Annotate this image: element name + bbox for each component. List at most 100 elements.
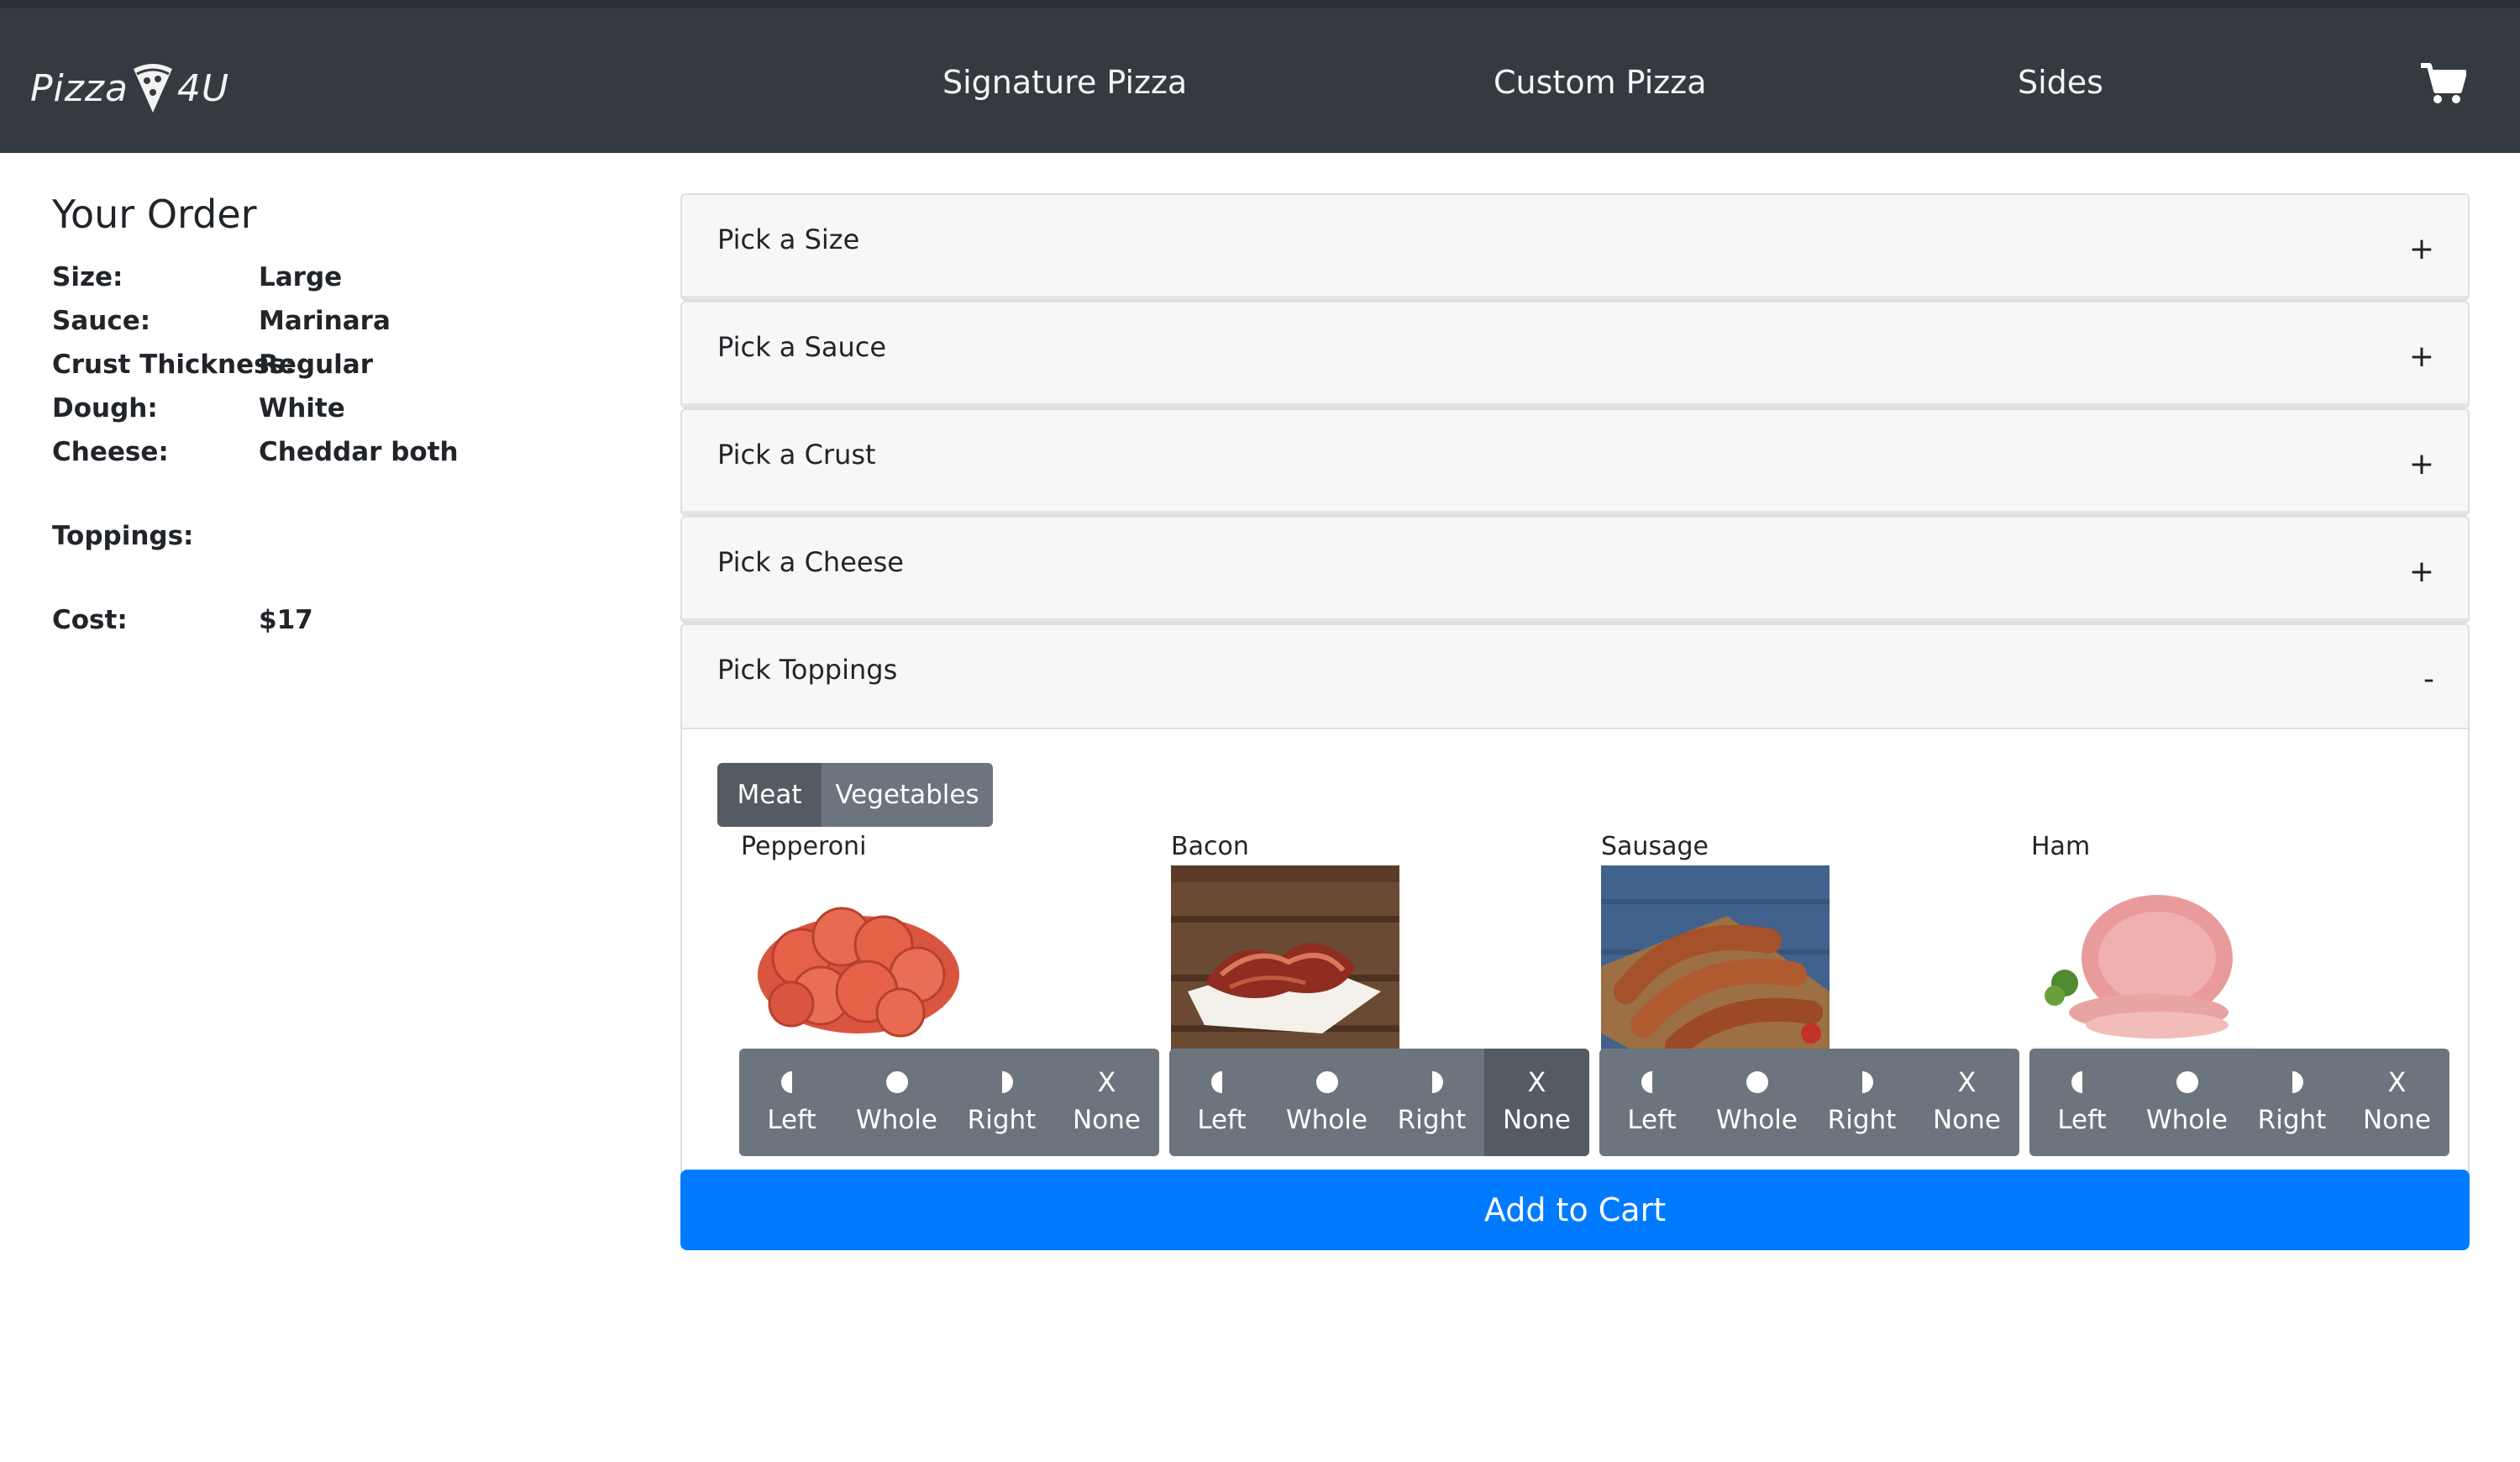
half-left-icon [780, 1071, 792, 1093]
option-whole-button[interactable]: Whole [1704, 1049, 1809, 1156]
topping-options-bacon: Left Whole Right X None [1169, 1049, 1589, 1156]
shopping-cart-icon[interactable] [2419, 60, 2466, 106]
expand-icon: + [2408, 339, 2434, 374]
option-label: Right [1397, 1105, 1467, 1135]
order-value: Large [259, 262, 343, 292]
order-cost: $17 [259, 605, 313, 635]
nav-sides[interactable]: Sides [2018, 64, 2103, 101]
half-right-icon [1861, 1071, 1873, 1093]
order-row-cheese: Cheese: Cheddar both [52, 430, 640, 474]
order-label: Cost: [52, 605, 128, 635]
half-right-icon [1001, 1071, 1013, 1093]
topping-card-ham: Ham [2031, 832, 2451, 1064]
ham-image [2031, 865, 2260, 1060]
accordion-header-cheese[interactable]: Pick a Cheese + [682, 518, 2468, 622]
option-whole-button[interactable]: Whole [1274, 1049, 1379, 1156]
option-left-button[interactable]: Left [1169, 1049, 1274, 1156]
half-right-icon [1431, 1071, 1443, 1093]
add-to-cart-button[interactable]: Add to Cart [680, 1170, 2470, 1250]
accordion-label: Pick Toppings [717, 654, 898, 686]
option-label: Whole [2146, 1105, 2228, 1135]
half-right-icon [2292, 1071, 2303, 1093]
order-summary: Your Order Size: Large Sauce: Marinara Cru… [52, 192, 640, 642]
option-whole-button[interactable]: Whole [844, 1049, 949, 1156]
logo-text: Pizza [30, 66, 129, 110]
order-label: Sauce: [52, 306, 151, 336]
option-none-button[interactable]: X None [1914, 1049, 2019, 1156]
bacon-image [1171, 865, 1399, 1060]
topping-options-sausage: Left Whole Right X None [1599, 1049, 2019, 1156]
half-left-icon [2071, 1071, 2082, 1093]
accordion-size: Pick a Size + [680, 193, 2470, 301]
expand-icon: + [2408, 232, 2434, 266]
option-label: None [1503, 1105, 1571, 1135]
order-value: White [259, 393, 345, 423]
accordion-header-toppings[interactable]: Pick Toppings - [682, 625, 2468, 729]
accordion-header-crust[interactable]: Pick a Crust + [682, 410, 2468, 514]
order-label: Size: [52, 262, 123, 292]
option-label: Whole [1286, 1105, 1368, 1135]
option-right-button[interactable]: Right [2239, 1049, 2344, 1156]
accordion-header-sauce[interactable]: Pick a Sauce + [682, 302, 2468, 407]
option-none-button[interactable]: X None [2344, 1049, 2449, 1156]
option-right-button[interactable]: Right [949, 1049, 1054, 1156]
x-icon: X [2387, 1066, 2407, 1098]
order-row-size: Size: Large [52, 255, 640, 299]
option-label: Left [2057, 1105, 2107, 1135]
x-icon: X [1957, 1066, 1977, 1098]
option-label: None [2363, 1105, 2431, 1135]
order-label: Cheese: [52, 437, 169, 467]
option-label: Right [2257, 1105, 2327, 1135]
topping-card-bacon: Bacon [1171, 832, 1591, 1064]
collapse-icon: - [2423, 662, 2434, 697]
logo-text-suffix: 4U [176, 66, 230, 110]
option-whole-button[interactable]: Whole [2134, 1049, 2239, 1156]
topping-category-tabs: Meat Vegetables [717, 763, 993, 827]
pizza-slice-icon [133, 64, 172, 113]
topping-name: Sausage [1601, 832, 1709, 861]
option-right-button[interactable]: Right [1809, 1049, 1914, 1156]
option-label: None [1073, 1105, 1141, 1135]
x-icon: X [1527, 1066, 1546, 1098]
topping-name: Ham [2031, 832, 2091, 861]
order-row-crust: Crust Thickness: Regular [52, 343, 640, 387]
order-value: Marinara [259, 306, 391, 336]
option-left-button[interactable]: Left [1599, 1049, 1704, 1156]
logo[interactable]: Pizza 4U [30, 50, 229, 126]
option-label: Right [967, 1105, 1037, 1135]
half-left-icon [1641, 1071, 1652, 1093]
tab-meat[interactable]: Meat [717, 763, 822, 827]
option-left-button[interactable]: Left [2029, 1049, 2134, 1156]
nav-custom-pizza[interactable]: Custom Pizza [1494, 64, 1706, 101]
topping-card-pepperoni: Pepperoni [741, 832, 1161, 1064]
option-label: None [1933, 1105, 2001, 1135]
half-left-icon [1210, 1071, 1222, 1093]
expand-icon: + [2408, 555, 2434, 589]
option-label: Whole [856, 1105, 937, 1135]
option-none-button[interactable]: X None [1054, 1049, 1159, 1156]
tab-vegetables[interactable]: Vegetables [822, 763, 993, 827]
order-label: Crust Thickness: [52, 350, 296, 380]
accordion-sauce: Pick a Sauce + [680, 301, 2470, 408]
nav-signature-pizza[interactable]: Signature Pizza [942, 64, 1187, 101]
accordion-label: Pick a Cheese [717, 546, 904, 578]
order-label: Toppings: [52, 521, 194, 551]
pizza-builder-accordion: Pick a Size + Pick a Sauce + Pick a Crus… [680, 193, 2470, 1181]
topping-options-pepperoni: Left Whole Right X None [739, 1049, 1159, 1156]
order-row-cost: Cost: $17 [52, 598, 640, 642]
order-label: Dough: [52, 393, 158, 423]
order-value: Regular [259, 350, 373, 380]
option-left-button[interactable]: Left [739, 1049, 844, 1156]
option-none-button-selected[interactable]: X None [1484, 1049, 1589, 1156]
option-label: Whole [1716, 1105, 1798, 1135]
order-title: Your Order [52, 192, 257, 237]
order-row-toppings: Toppings: [52, 514, 640, 558]
topping-card-sausage: Sausage [1601, 832, 2021, 1064]
accordion-label: Pick a Size [717, 224, 860, 255]
option-right-button[interactable]: Right [1379, 1049, 1484, 1156]
accordion-header-size[interactable]: Pick a Size + [682, 195, 2468, 299]
pepperoni-image [741, 865, 969, 1060]
accordion-crust: Pick a Crust + [680, 408, 2470, 516]
whole-circle-icon [885, 1071, 908, 1093]
expand-icon: + [2408, 447, 2434, 481]
